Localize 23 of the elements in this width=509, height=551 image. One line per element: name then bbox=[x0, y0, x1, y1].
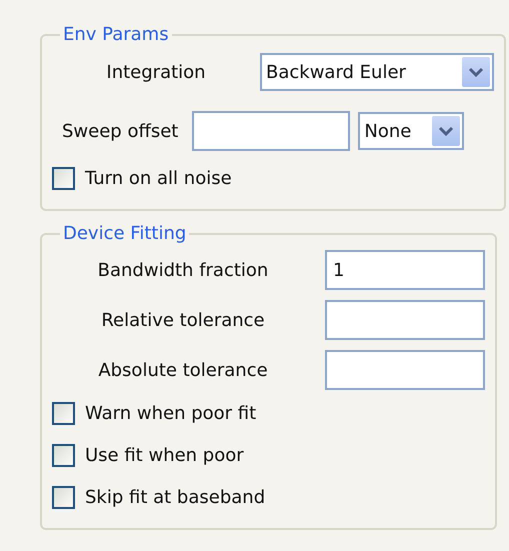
input-field[interactable] bbox=[325, 350, 485, 390]
group-title: Device Fitting bbox=[62, 223, 188, 244]
chevron-down-icon bbox=[468, 67, 484, 77]
input-field[interactable] bbox=[192, 111, 350, 151]
field-label: Absolute tolerance bbox=[97, 360, 269, 380]
checkbox-label: Skip fit at baseband bbox=[85, 486, 266, 508]
input-field[interactable] bbox=[325, 300, 485, 340]
group-title: Env Params bbox=[62, 24, 170, 45]
field-label: Relative tolerance bbox=[100, 310, 266, 330]
field-label: Sweep offset bbox=[61, 120, 178, 142]
chevron-down-icon bbox=[438, 126, 454, 136]
checkbox[interactable] bbox=[52, 402, 75, 424]
input-field[interactable]: 1 bbox=[325, 250, 485, 290]
checkbox-label: Warn when poor fit bbox=[85, 402, 256, 424]
checkbox-label: Turn on all noise bbox=[85, 168, 232, 188]
field-label: Integration bbox=[105, 62, 207, 82]
field-label: Bandwidth fraction bbox=[96, 260, 270, 280]
checkbox[interactable] bbox=[52, 486, 75, 508]
checkbox[interactable] bbox=[52, 444, 75, 466]
dropdown[interactable]: Backward Euler bbox=[260, 53, 494, 91]
checkbox[interactable] bbox=[52, 166, 75, 190]
checkbox-label: Use fit when poor bbox=[85, 444, 244, 466]
dropdown[interactable]: None bbox=[358, 112, 464, 150]
